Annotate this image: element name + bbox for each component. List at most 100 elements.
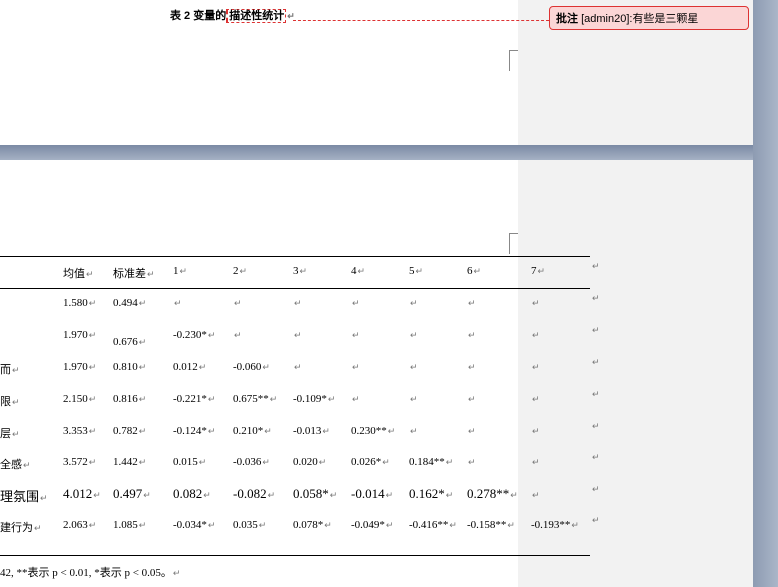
- cell-text: 全感: [0, 459, 22, 471]
- table-cell: 0.676↵: [113, 336, 146, 348]
- paragraph-mark: ↵: [510, 490, 518, 500]
- row-label: 限↵: [0, 393, 20, 409]
- paragraph-mark: ↵: [532, 362, 540, 372]
- paragraph-mark: ↵: [532, 426, 540, 436]
- paragraph-mark: ↵: [88, 362, 97, 372]
- table-cell: 0.162*↵: [409, 486, 453, 502]
- paragraph-mark: ↵: [138, 457, 147, 467]
- paragraph-mark: ↵: [473, 266, 482, 276]
- paragraph-mark: ↵: [40, 493, 48, 503]
- paragraph-mark: ↵: [88, 457, 97, 467]
- cell-text: 3: [293, 265, 299, 277]
- paragraph-mark: ↵: [86, 269, 94, 279]
- paragraph-mark: ↵: [138, 337, 147, 347]
- table-cell: ↵: [531, 486, 540, 502]
- cell-text: 1.970: [63, 361, 88, 373]
- row-end-mark: ↵: [592, 325, 600, 335]
- paragraph-mark: ↵: [174, 298, 182, 308]
- paragraph-mark: ↵: [147, 269, 155, 279]
- table-cell: 0.210*↵: [233, 425, 272, 437]
- cell-text: 1.442: [113, 456, 138, 468]
- paragraph-mark: ↵: [138, 394, 147, 404]
- table-cell: 0.675**↵: [233, 393, 277, 405]
- table-cell: ↵: [409, 425, 418, 437]
- table-cell: 0.078*↵: [293, 519, 332, 531]
- paragraph-mark: ↵: [12, 365, 20, 375]
- cell-text: 0.078*: [293, 519, 324, 531]
- table-cell: -0.124*↵: [173, 425, 215, 437]
- table-header-cell: 5↵: [409, 265, 423, 277]
- caption-prefix: 表 2 变量的: [170, 10, 227, 22]
- paragraph-mark: ↵: [468, 298, 476, 308]
- table-cell: 0.278**↵: [467, 486, 518, 502]
- table-cell: ↵: [409, 297, 418, 309]
- cell-text: 0.012: [173, 361, 198, 373]
- cell-text: 1.580: [63, 297, 88, 309]
- paragraph-mark: ↵: [203, 490, 211, 500]
- table-cell: 0.012↵: [173, 361, 206, 373]
- table-cell: -0.193**↵: [531, 519, 579, 531]
- cell-text: 0.675**: [233, 393, 269, 405]
- comment-balloon[interactable]: 批注 [admin20]:有些是三颗星: [549, 6, 749, 30]
- row-end-mark: ↵: [592, 293, 600, 303]
- table-cell: 0.816↵: [113, 393, 146, 405]
- cell-text: 5: [409, 265, 415, 277]
- cell-text: -0.230*: [173, 329, 207, 341]
- table-caption[interactable]: 表 2 变量的 描述性统计 ↵: [170, 7, 295, 23]
- table-cell: -0.014↵: [351, 486, 393, 502]
- paragraph-mark: ↵: [532, 394, 540, 404]
- cell-text: 0.494: [113, 297, 138, 309]
- paragraph-mark: ↵: [239, 266, 248, 276]
- cell-text: 0.810: [113, 361, 138, 373]
- paragraph-mark: ↵: [410, 330, 418, 340]
- cell-text: 限: [0, 396, 11, 408]
- cell-text: -0.049*: [351, 519, 385, 531]
- cell-text: 6: [467, 265, 473, 277]
- cell-text: 0.278**: [467, 486, 510, 501]
- comment-author: [admin20]:: [581, 13, 633, 25]
- cell-text: -0.158**: [467, 519, 507, 531]
- margin-crop-mark: [509, 50, 518, 71]
- table-cell: 1.580↵: [63, 297, 96, 309]
- paragraph-mark: ↵: [449, 520, 457, 530]
- paragraph-mark: ↵: [571, 520, 579, 530]
- table-cell: ↵: [467, 425, 476, 437]
- cell-text: 2: [233, 265, 239, 277]
- paragraph-mark: ↵: [264, 426, 272, 436]
- paragraph-mark: ↵: [445, 457, 454, 467]
- cell-text: -0.014: [351, 486, 385, 501]
- paragraph-mark: ↵: [258, 520, 267, 530]
- paragraph-mark: ↵: [468, 426, 476, 436]
- row-label: 全感↵: [0, 456, 31, 472]
- paragraph-mark: ↵: [269, 394, 278, 404]
- paragraph-mark: ↵: [352, 394, 360, 404]
- paragraph-mark: ↵: [532, 490, 540, 500]
- table-cell: ↵: [409, 393, 418, 405]
- paragraph-mark: ↵: [537, 266, 546, 276]
- paragraph-mark: ↵: [23, 460, 31, 470]
- paragraph-mark: ↵: [352, 362, 360, 372]
- table-cell: ↵: [467, 361, 476, 373]
- table-cell: ↵: [351, 361, 360, 373]
- table-bottom-rule: [0, 555, 590, 556]
- cell-text: 建行为: [0, 522, 33, 534]
- paragraph-mark: ↵: [262, 362, 270, 372]
- row-end-mark: ↵: [592, 389, 600, 399]
- table-header-cell: 标准差↵: [113, 265, 155, 281]
- paragraph-mark: ↵: [207, 426, 216, 436]
- table-header-cell: 1↵: [173, 265, 187, 277]
- table-cell: 0.494↵: [113, 297, 146, 309]
- paragraph-mark: ↵: [198, 457, 207, 467]
- cell-text: 层: [0, 428, 11, 440]
- commented-text[interactable]: 描述性统计: [226, 9, 287, 23]
- table-cell: ↵: [233, 329, 242, 341]
- table-cell: ↵: [293, 297, 302, 309]
- table-header-cell: 4↵: [351, 265, 365, 277]
- paragraph-mark: ↵: [234, 298, 242, 308]
- row-end-mark: ↵: [592, 515, 600, 525]
- cell-text: 0.184**: [409, 456, 445, 468]
- cell-text: -0.034*: [173, 519, 207, 531]
- paragraph-mark: ↵: [88, 426, 97, 436]
- row-end-mark: ↵: [592, 452, 600, 462]
- paragraph-mark: ↵: [410, 394, 418, 404]
